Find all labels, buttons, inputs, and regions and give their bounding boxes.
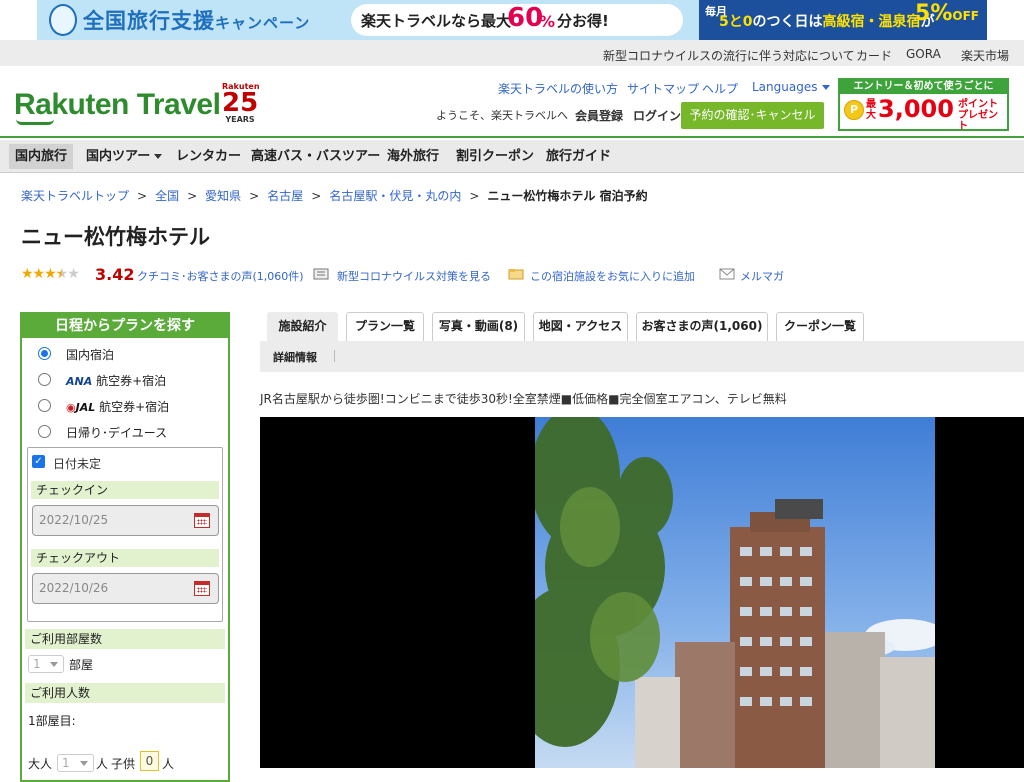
tab-photos[interactable]: 写真・動画(8) <box>432 312 525 341</box>
search-panel-title: 日程からプランを探す <box>22 314 228 338</box>
star-rating: ★★★★★ <box>21 266 80 282</box>
guests-label: ご利用人数 <box>25 683 225 703</box>
nav-coupon[interactable]: 割引クーポン <box>450 144 540 169</box>
facility-tabs: 施設紹介 プラン一覧 写真・動画(8) 地図・アクセス お客さまの声(1,060… <box>260 312 1024 342</box>
rooms-label: ご利用部屋数 <box>25 629 225 649</box>
reviews-link[interactable]: クチコミ･お客さまの声(1,060件) <box>137 268 304 284</box>
checkout-label: チェックアウト <box>31 549 219 567</box>
tab-map[interactable]: 地図・アクセス <box>533 312 628 341</box>
adult-select[interactable]: 1 <box>57 754 94 772</box>
covid-measures-link[interactable]: 新型コロナウイルス対策を見る <box>337 268 491 284</box>
util-link-ichiba[interactable]: 楽天市場 <box>961 47 1009 64</box>
ana-logo: ANA <box>66 375 93 388</box>
tab-plans[interactable]: プラン一覧 <box>346 312 424 341</box>
calendar-icon[interactable] <box>194 581 210 596</box>
newsletter-link[interactable]: メルマガ <box>740 268 784 284</box>
points-promo-banner[interactable]: エントリー＆初めて使うごとに P 最大 3,000 ポイント プレゼント <box>838 78 1009 132</box>
child-input[interactable]: 0 <box>140 751 159 771</box>
hotel-exterior-photo <box>535 417 935 768</box>
chevron-down-icon <box>822 85 831 90</box>
banner-5-0-day-promo: 毎月 5と0のつく日は高級宿・温泉宿が 5%OFF <box>699 0 987 40</box>
rooms-unit: 部屋 <box>69 658 94 672</box>
register-link[interactable]: 会員登録 <box>575 107 623 124</box>
adult-unit: 人 <box>96 757 109 771</box>
reservation-check-button[interactable]: 予約の確認･キャンセル <box>681 102 824 129</box>
hotel-name: ニュー松竹梅ホテル <box>21 225 210 249</box>
util-link-covid[interactable]: 新型コロナウイルスの流行に伴う対応について <box>603 47 855 64</box>
rating-score: 3.42 <box>95 265 135 284</box>
radio-selected[interactable] <box>38 347 51 360</box>
plan-search-panel: 日程からプランを探す 国内宿泊 ANA 航空券+宿泊 ◉JAL 航空券+宿泊 日… <box>20 312 230 782</box>
breadcrumb-all[interactable]: 全国 <box>155 189 179 203</box>
languages-dropdown[interactable]: Languages <box>752 80 831 94</box>
breadcrumb-top[interactable]: 楽天トラベルトップ <box>21 189 129 203</box>
logo-swoosh <box>16 119 54 125</box>
shield-icon <box>313 268 329 280</box>
radio[interactable] <box>38 399 51 412</box>
util-link-gora[interactable]: GORA <box>906 47 941 61</box>
date-undecided-checkbox[interactable]: ✓ <box>32 455 45 468</box>
nav-domestic[interactable]: 国内旅行 <box>9 144 74 169</box>
utility-bar: 新型コロナウイルスの流行に伴う対応について カード GORA 楽天市場 <box>0 40 1024 66</box>
divider <box>334 350 335 362</box>
header-link-help[interactable]: ヘルプ <box>702 80 738 97</box>
breadcrumb-nagoya[interactable]: 名古屋 <box>267 189 303 203</box>
tab-coupons[interactable]: クーポン一覧 <box>776 312 864 341</box>
checkin-input[interactable]: 2022/10/25 <box>32 505 219 536</box>
mail-icon <box>719 268 735 280</box>
adult-label: 大人 <box>28 757 53 771</box>
checkin-label: チェックイン <box>31 481 219 499</box>
nav-domestic-tour[interactable]: 国内ツアー <box>80 144 168 169</box>
header-link-sitemap[interactable]: サイトマップ <box>627 80 699 97</box>
header-link-howto[interactable]: 楽天トラベルの使い方 <box>498 80 618 97</box>
calendar-icon[interactable] <box>194 513 210 528</box>
welcome-text: ようこそ、楽天トラベルへ <box>436 109 568 122</box>
banner-title: 全国旅行支援キャンペーン <box>83 9 311 33</box>
point-coin-icon: P <box>844 100 864 120</box>
breadcrumb-area[interactable]: 名古屋駅・伏見・丸の内 <box>329 189 461 203</box>
hotel-building-illustration <box>535 417 935 768</box>
nav-guide[interactable]: 旅行ガイド <box>540 144 617 169</box>
child-unit: 人 <box>162 757 175 771</box>
tab-reviews[interactable]: お客さまの声(1,060) <box>636 312 768 341</box>
radio[interactable] <box>38 425 51 438</box>
rooms-select[interactable]: 1 <box>28 655 64 673</box>
nav-bus[interactable]: 高速バス・バスツアー <box>245 144 386 169</box>
subtab-details[interactable]: 詳細情報 <box>273 349 317 365</box>
banner-image[interactable]: 全国旅行支援キャンペーン 楽天トラベルなら最大 60 % 分お得! 毎月 5と0… <box>37 0 987 40</box>
chevron-down-icon <box>154 154 163 159</box>
campaign-banner[interactable]: 全国旅行支援キャンペーン 楽天トラベルなら最大 60 % 分お得! 毎月 5と0… <box>0 0 1024 40</box>
subtab-bar: 詳細情報 <box>260 341 1024 372</box>
checkout-input[interactable]: 2022/10/26 <box>32 573 219 604</box>
global-nav: 国内旅行 国内ツアー レンタカー 高速バス・バスツアー 海外旅行 割引クーポン … <box>0 140 1024 173</box>
breadcrumb-current: ニュー松竹梅ホテル 宿泊予約 <box>487 189 648 203</box>
rakuten-travel-logo[interactable]: Rakuten Travel <box>14 88 221 122</box>
hotel-catchcopy: JR名古屋駅から徒歩圏!コンビニまで徒歩30秒!全室禁煙■低価格■完全個室エアコ… <box>260 392 787 406</box>
add-favorite-link[interactable]: この宿泊施設をお気に入りに追加 <box>530 268 695 284</box>
site-header: Rakuten Travel Rakuten 25 YEARS 楽天トラベルの使… <box>0 66 1024 138</box>
child-label: 子供 <box>111 757 136 771</box>
nav-overseas[interactable]: 海外旅行 <box>381 144 445 169</box>
jal-logo: ◉JAL <box>66 401 96 414</box>
login-link[interactable]: ログイン <box>633 107 681 124</box>
date-undecided-label: 日付未定 <box>53 457 102 471</box>
travel-support-icon <box>49 4 77 36</box>
tab-overview[interactable]: 施設紹介 <box>267 312 338 341</box>
banner-discount-pill: 楽天トラベルなら最大 60 % 分お得! <box>351 3 683 36</box>
25-years-badge: Rakuten 25 YEARS <box>222 82 260 124</box>
room1-label: 1部屋目: <box>28 714 76 728</box>
breadcrumb: 楽天トラベルトップ > 全国 > 愛知県 > 名古屋 > 名古屋駅・伏見・丸の内 > ニュー松竹梅ホ… <box>21 189 648 203</box>
date-selection: ✓ 日付未定 チェックイン 2022/10/25 チェックアウト 2022/10… <box>27 447 223 622</box>
hotel-photo-viewer[interactable] <box>260 417 1024 768</box>
radio[interactable] <box>38 373 51 386</box>
folder-icon <box>508 269 524 280</box>
nav-rentacar[interactable]: レンタカー <box>170 144 247 169</box>
breadcrumb-aichi[interactable]: 愛知県 <box>205 189 241 203</box>
util-link-card[interactable]: カード <box>856 47 892 64</box>
